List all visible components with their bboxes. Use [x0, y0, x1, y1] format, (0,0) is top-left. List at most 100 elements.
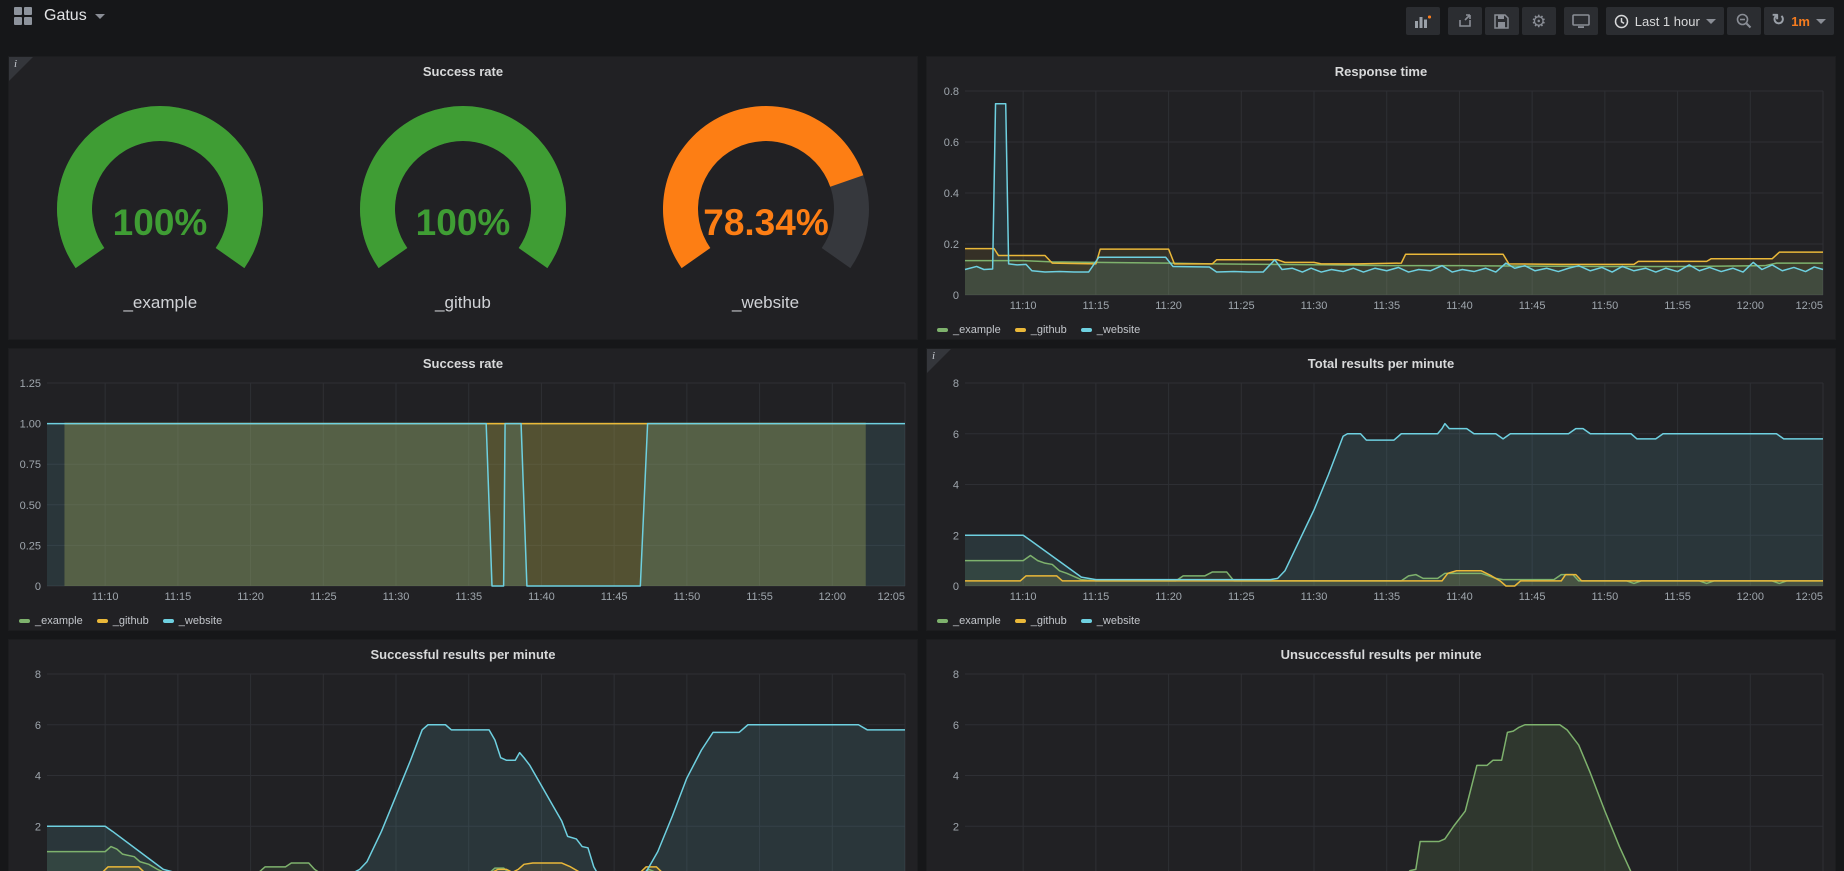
x-tick-label: 11:10 [1010, 591, 1037, 603]
top-nav-bar: Gatus [0, 0, 1844, 44]
y-tick-label: 1.00 [20, 419, 41, 431]
dashboard-title-dropdown[interactable]: Gatus [44, 7, 105, 25]
success_rate_ts-plot: 11:1011:1511:2011:2511:3011:3511:4011:45… [9, 377, 917, 606]
panel-success-rate-timeseries: Success rate 11:1011:1511:2011:2511:3011… [8, 348, 918, 631]
y-tick-label: 2 [953, 530, 959, 542]
settings-button[interactable]: ⚙ [1522, 7, 1556, 35]
legend-color-dash [937, 619, 948, 623]
legend-label: _github [1031, 324, 1067, 336]
legend-item-_example[interactable]: _example [19, 615, 83, 627]
legend-item-_website[interactable]: _website [1081, 324, 1140, 336]
x-tick-label: 11:45 [1519, 591, 1546, 603]
legend-item-_github[interactable]: _github [1015, 615, 1067, 627]
legend-item-_example[interactable]: _example [937, 324, 1001, 336]
share-button[interactable] [1448, 7, 1482, 35]
save-button[interactable] [1485, 7, 1519, 35]
legend-color-dash [1015, 328, 1026, 332]
gauge-label: _github [435, 293, 491, 313]
legend-color-dash [19, 619, 30, 623]
x-tick-label: 11:50 [674, 591, 701, 603]
chevron-down-icon [95, 14, 105, 19]
zoom-out-button[interactable] [1727, 7, 1761, 35]
x-tick-label: 11:50 [1592, 591, 1619, 603]
legend-color-dash [163, 619, 174, 623]
panel-title[interactable]: Successful results per minute [9, 640, 917, 668]
y-tick-label: 8 [35, 669, 41, 681]
x-tick-label: 11:10 [92, 591, 119, 603]
legend-item-_example[interactable]: _example [937, 615, 1001, 627]
tv-mode-button[interactable] [1564, 7, 1598, 35]
y-tick-label: 4 [953, 771, 959, 783]
y-tick-label: 6 [953, 720, 959, 732]
y-tick-label: 0 [953, 581, 959, 593]
legend-label: _example [953, 324, 1001, 336]
gauge-arc-_github: 100% [313, 91, 613, 287]
total-results-chart[interactable]: 11:10 11:15 11:20 11:25 11:30 11:35 11:40 11:45… [927, 377, 1835, 606]
panel-title[interactable]: Success rate [9, 349, 917, 377]
legend-color-dash [1081, 328, 1092, 332]
panel-title[interactable]: Success rate [9, 57, 917, 85]
successful-results-chart[interactable]: 11:1011:1511:2011:2511:3011:3511:4011:45… [9, 668, 917, 871]
x-tick-label: 11:25 [1228, 591, 1255, 603]
panel-unsuccessful-results: Unsuccessful results per minute 11:1011:… [926, 639, 1836, 871]
response-time-chart[interactable]: 11:1011:1511:2011:2511:3011:3511:4011:45… [927, 85, 1835, 315]
x-tick-label: 12:05 [877, 591, 905, 603]
x-tick-label: 11:25 [1228, 300, 1255, 312]
add-panel-button[interactable] [1406, 7, 1440, 35]
clock-icon [1614, 14, 1629, 29]
unsuccessful_results-plot: 11:1011:1511:2011:2511:3011:3511:4011:45… [927, 668, 1835, 871]
gauges-row: 100%_example 100% _github 78.34% _website [9, 91, 917, 313]
x-tick-label: 12:00 [1737, 300, 1765, 312]
gauge-_example: 100%_example [9, 91, 312, 313]
x-tick-label: 11:55 [1664, 591, 1691, 603]
panel-title[interactable]: Response time [927, 57, 1835, 85]
legend-color-dash [1015, 619, 1026, 623]
panel-title[interactable]: Total results per minute [927, 349, 1835, 377]
chart-legend: _example _github _website [19, 615, 222, 627]
gauge-_website: 78.34% _website [614, 91, 917, 313]
x-tick-label: 11:40 [1446, 591, 1473, 603]
panel-info-corner-icon[interactable]: i [9, 57, 33, 81]
x-tick-label: 11:30 [383, 591, 410, 603]
y-tick-label: 6 [953, 429, 959, 441]
legend-color-dash [1081, 619, 1092, 623]
gauge-value: 78.34% [703, 202, 829, 243]
gauge-label: _website [732, 293, 799, 313]
x-tick-label: 11:35 [1373, 591, 1400, 603]
gauge-value: 100% [416, 202, 511, 243]
legend-item-_github[interactable]: _github [1015, 324, 1067, 336]
refresh-picker[interactable]: ↻ 1m [1764, 7, 1834, 35]
add-panel-icon [1414, 13, 1432, 29]
legend-item-_website[interactable]: _website [1081, 615, 1140, 627]
dashboards-grid-icon[interactable] [14, 7, 32, 25]
x-tick-label: 11:20 [1155, 591, 1182, 603]
tv-mode-icon [1572, 13, 1590, 29]
chart-legend: _example _github _website [937, 324, 1140, 336]
x-tick-label: 11:35 [1373, 300, 1400, 312]
total_results-plot: 11:10 11:15 11:20 11:25 11:30 11:35 11:40 11:45… [927, 377, 1835, 606]
panel-title[interactable]: Unsuccessful results per minute [927, 640, 1835, 668]
x-tick-label: 11:15 [1083, 591, 1110, 603]
chevron-down-icon [1816, 19, 1826, 24]
legend-item-_github[interactable]: _github [97, 615, 149, 627]
time-range-picker[interactable]: Last 1 hour [1606, 7, 1724, 35]
x-tick-label: 11:30 [1301, 591, 1328, 603]
x-tick-label: 11:20 [1155, 300, 1182, 312]
unsuccessful-results-chart[interactable]: 11:1011:1511:2011:2511:3011:3511:4011:45… [927, 668, 1835, 871]
y-tick-label: 0.25 [20, 540, 41, 552]
legend-label: _website [1097, 615, 1140, 627]
y-tick-label: 0.8 [944, 86, 959, 98]
success-rate-chart[interactable]: 11:1011:1511:2011:2511:3011:3511:4011:45… [9, 377, 917, 606]
y-tick-label: 8 [953, 669, 959, 681]
x-tick-label: 11:20 [237, 591, 264, 603]
legend-item-_website[interactable]: _website [163, 615, 222, 627]
refresh-interval-label: 1m [1791, 14, 1810, 29]
x-tick-label: 11:30 [1301, 300, 1328, 312]
y-tick-label: 4 [35, 771, 41, 783]
x-tick-label: 12:00 [1737, 591, 1765, 603]
share-icon [1457, 13, 1473, 29]
y-tick-label: 4 [953, 480, 959, 492]
panel-info-corner-icon[interactable]: i [927, 349, 951, 373]
panel-successful-results: Successful results per minute 11:1011:15… [8, 639, 918, 871]
x-tick-label: 11:40 [1446, 300, 1473, 312]
